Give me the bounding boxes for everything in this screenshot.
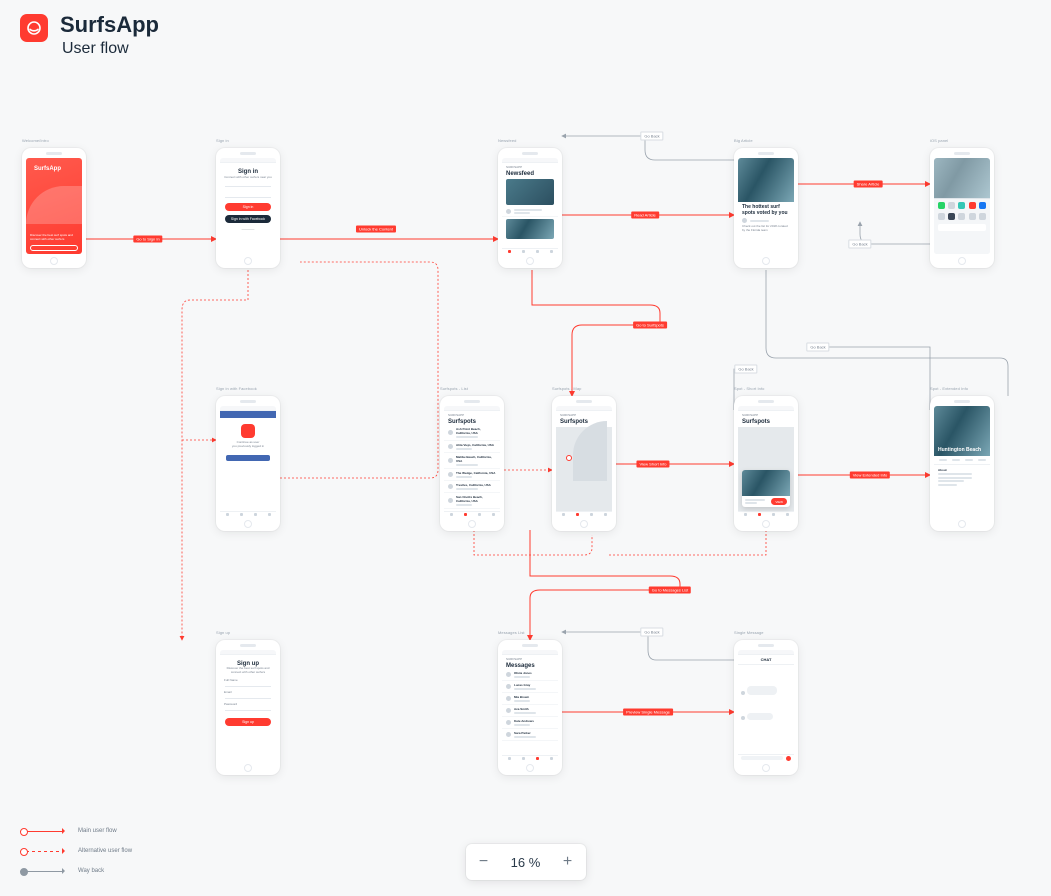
article-sub: Check out the list for 2018 curated by t…	[738, 225, 794, 233]
label-share-article: Share Article	[854, 181, 883, 188]
message-row[interactable]: Ava Smith	[502, 705, 558, 717]
share-icon[interactable]	[969, 213, 976, 220]
label-go-back-1: Go Back	[640, 132, 663, 141]
screen-article[interactable]: Big Article The hottest surf spots voted…	[734, 148, 798, 268]
screen-signin[interactable]: Sign in Sign in Connect with other surfe…	[216, 148, 280, 268]
caption: Spot - Short Info	[734, 386, 765, 391]
send-icon[interactable]	[786, 756, 791, 761]
screen-newsfeed[interactable]: Newsfeed SURFSAPP Newsfeed	[498, 148, 562, 268]
message-row[interactable]: Sara Parker	[502, 729, 558, 741]
caption: Messages List	[498, 630, 525, 635]
share-icon[interactable]	[958, 213, 965, 220]
zoom-value: 16 %	[498, 855, 554, 870]
label-go-back-4: Go Back	[806, 343, 829, 352]
caption: Newsfeed	[498, 138, 516, 143]
signin-title: Sign in	[220, 163, 276, 175]
label-go-surfspots: Go to Surfspots	[633, 322, 667, 329]
caption: Welcome/Intro	[22, 138, 49, 143]
screen-fb-signin[interactable]: Sign in with Facebook Continue as useryo…	[216, 396, 280, 531]
share-icon[interactable]	[958, 202, 965, 209]
legend-main-label: Main user flow	[78, 828, 117, 834]
label-unlock: Unlock the Content	[356, 226, 396, 233]
message-row[interactable]: Lucas Gray	[502, 681, 558, 693]
caption: Spot - Extended Info	[930, 386, 968, 391]
caption: Sign in with Facebook	[216, 386, 257, 391]
caption: iOS panel	[930, 138, 948, 143]
welcome-title: SurfsApp	[30, 164, 78, 172]
caption: Sign in	[216, 138, 229, 143]
share-icon[interactable]	[938, 213, 945, 220]
label-go-back-2: Go Back	[848, 240, 871, 249]
screen-welcome[interactable]: Welcome/Intro SurfsApp Discover the best…	[22, 148, 86, 268]
spot-row[interactable]: Ash Point Beach, California, USA	[444, 425, 500, 441]
share-icon[interactable]	[969, 202, 976, 209]
screen-spot-extended[interactable]: Spot - Extended Info Huntington Beach Ab…	[930, 396, 994, 531]
legend-alt-label: Alternative user flow	[78, 848, 132, 854]
label-go-messages: Go to Messages List	[649, 587, 691, 594]
caption: Single Message	[734, 630, 764, 635]
screen-surfspots-map[interactable]: Surfspots - Map SURFSAPP Surfspots	[552, 396, 616, 531]
screen-share[interactable]: iOS panel	[930, 148, 994, 268]
legend-back-label: Way back	[78, 868, 104, 874]
label-read-article: Read Article	[631, 212, 659, 219]
share-icon[interactable]	[948, 213, 955, 220]
share-icon[interactable]	[948, 202, 955, 209]
spots-title: Surfspots	[444, 417, 500, 425]
share-icon[interactable]	[979, 202, 986, 209]
screen-chat[interactable]: Single Message CHAT	[734, 640, 798, 775]
screen-spot-short[interactable]: Spot - Short Info SURFSAPP Surfspots VIE…	[734, 396, 798, 531]
spot-row[interactable]: The Wedge, California, USA	[444, 469, 500, 481]
screen-messages[interactable]: Messages List SURFSAPP Messages Olivia J…	[498, 640, 562, 775]
signin-fb-btn[interactable]: Sign in with Facebook	[225, 215, 271, 223]
message-row[interactable]: Olivia Jones	[502, 669, 558, 681]
newsfeed-title: Newsfeed	[502, 169, 558, 177]
view-btn[interactable]: VIEW	[771, 498, 787, 505]
label-view-ext: View Extended Info	[850, 472, 890, 479]
caption: Surfspots - List	[440, 386, 468, 391]
zoom-in-button[interactable]: +	[554, 850, 582, 874]
spot-row[interactable]: Malibu Beach, California, USA	[444, 453, 500, 469]
signup-btn[interactable]: Sign up	[225, 718, 271, 726]
share-icon[interactable]	[938, 202, 945, 209]
legend-alt-swatch	[20, 851, 64, 852]
signin-btn[interactable]: Sign in	[225, 203, 271, 211]
legend: Main user flow Alternative user flow Way…	[20, 828, 132, 874]
share-icon[interactable]	[979, 213, 986, 220]
label-go-signin: Go to Sign In	[133, 236, 162, 243]
zoom-out-button[interactable]: −	[470, 850, 498, 874]
label-preview-msg: Preview Single Message	[623, 709, 673, 716]
caption: Surfspots - Map	[552, 386, 581, 391]
caption: Big Article	[734, 138, 753, 143]
legend-main-swatch	[20, 831, 64, 832]
caption: Sign up	[216, 630, 230, 635]
spot-row[interactable]: San Onofre Beach, California, USA	[444, 493, 500, 509]
legend-back-swatch	[20, 871, 64, 872]
map-pin-icon[interactable]	[566, 455, 572, 461]
article-title: The hottest surf spots voted by you	[738, 202, 794, 216]
spot-row[interactable]: Alita Viejo, California, USA	[444, 441, 500, 453]
screen-surfspots-list[interactable]: Surfspots - List SURFSAPP Surfspots Ash …	[440, 396, 504, 531]
welcome-tagline: Discover the best surf spots and connect…	[30, 234, 78, 242]
zoom-control: − 16 % +	[466, 844, 586, 880]
label-go-back-5: Go Back	[640, 628, 663, 637]
message-row[interactable]: Kate Andrews	[502, 717, 558, 729]
flow-canvas[interactable]: Go to Sign In Unlock the Content Read Ar…	[0, 0, 1051, 896]
spot-row[interactable]: Trestles, California, USA	[444, 481, 500, 493]
label-view-short: View Short Info	[636, 461, 669, 468]
message-row[interactable]: Mia Brown	[502, 693, 558, 705]
spot-ext-title: Huntington Beach	[938, 448, 981, 453]
label-go-back-3: Go Back	[734, 365, 757, 374]
signin-tagline: Connect with other surfers near you	[220, 175, 276, 179]
screen-signup[interactable]: Sign up Sign up Discover the best surf s…	[216, 640, 280, 775]
